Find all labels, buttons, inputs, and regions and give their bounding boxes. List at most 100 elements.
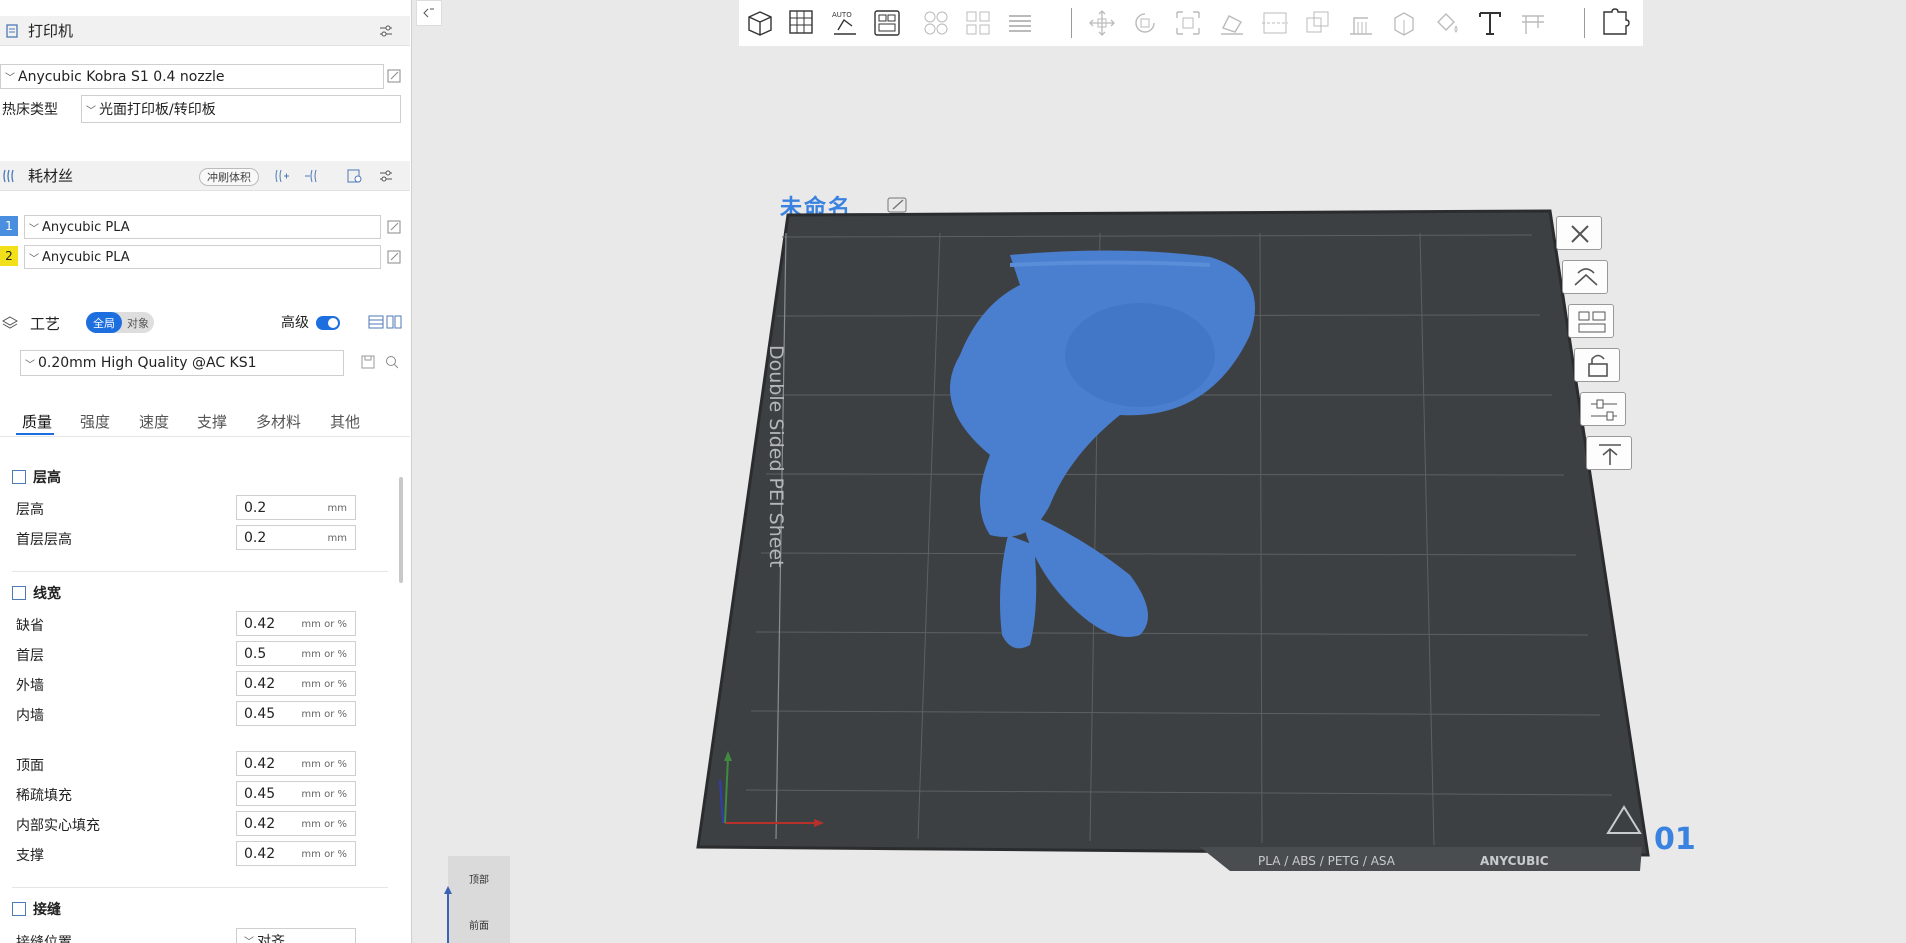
tab-multimaterial[interactable]: 多材料 — [256, 411, 301, 432]
seam-position-select[interactable]: ﹀ 对齐 — [236, 928, 356, 943]
boolean-tool-button[interactable] — [1301, 6, 1335, 40]
search-icon[interactable] — [384, 354, 400, 370]
auto-orient-button[interactable]: AUTO — [828, 6, 862, 40]
line-width-default-input[interactable]: 0.42 mm or % — [236, 611, 356, 636]
bed-side-text: Double Sided PEI Sheet — [765, 345, 787, 568]
line-width-sparse-infill-input[interactable]: 0.45 mm or % — [236, 781, 356, 806]
lay-on-face-button[interactable] — [1215, 6, 1249, 40]
text-tool-button[interactable] — [1473, 6, 1507, 40]
line-width-support-input[interactable]: 0.42 mm or % — [236, 841, 356, 866]
support-paint-button[interactable] — [1344, 6, 1378, 40]
build-plate-scene[interactable]: Double Sided PEI Sheet PLA / ABS / PETG … — [690, 205, 1660, 875]
plate-settings-button[interactable] — [1580, 392, 1626, 426]
filament-index-2[interactable]: 2 — [0, 246, 18, 266]
split-objects-button[interactable] — [919, 6, 953, 40]
sidebar: 打印机 ﹀ Anycubic Kobra S1 0.4 nozzle 热床类型 … — [0, 0, 412, 943]
advanced-toggle[interactable] — [316, 316, 340, 330]
param-value: 0.42 — [244, 815, 276, 832]
line-width-internal-solid-infill-input[interactable]: 0.42 mm or % — [236, 811, 356, 836]
printer-section-header[interactable]: 打印机 — [0, 16, 410, 46]
split-parts-button[interactable] — [961, 6, 995, 40]
filament-icon — [3, 169, 14, 183]
save-icon[interactable] — [360, 354, 376, 370]
cut-tool-button[interactable] — [1258, 6, 1292, 40]
layers-button[interactable] — [1003, 6, 1037, 40]
move-tool-button[interactable] — [1085, 6, 1119, 40]
add-cube-button[interactable] — [743, 6, 777, 40]
arrange-icon — [1578, 311, 1606, 333]
tab-strength[interactable]: 强度 — [80, 411, 110, 432]
tab-support[interactable]: 支撑 — [197, 411, 227, 432]
table-icon[interactable] — [368, 314, 384, 330]
edit-icon[interactable] — [386, 249, 402, 265]
auto-orient-plate-button[interactable] — [1562, 260, 1608, 294]
delete-plate-button[interactable] — [1556, 216, 1602, 250]
printer-select[interactable]: ﹀ Anycubic Kobra S1 0.4 nozzle — [0, 64, 384, 89]
rotate-tool-button[interactable] — [1128, 6, 1162, 40]
measure-icon — [1522, 15, 1544, 34]
process-preset-select[interactable]: ﹀ 0.20mm High Quality @AC KS1 — [20, 350, 344, 376]
plate-number[interactable]: 01 — [1654, 822, 1696, 857]
remove-filament-icon[interactable] — [304, 168, 320, 184]
line-width-outer-wall-input[interactable]: 0.42 mm or % — [236, 671, 356, 696]
add-filament-icon[interactable] — [274, 168, 290, 184]
param-label: 稀疏填充 — [16, 788, 72, 804]
scope-switch[interactable]: 全局 对象 — [86, 312, 154, 333]
param-unit: mm or % — [301, 709, 347, 720]
param-value: 0.42 — [244, 615, 276, 632]
arrange-button[interactable] — [870, 6, 904, 40]
param-label: 层高 — [16, 502, 44, 518]
color-paint-button[interactable] — [1430, 6, 1464, 40]
filament-select-2[interactable]: ﹀ Anycubic PLA — [24, 245, 381, 269]
add-plate-button[interactable] — [785, 6, 819, 40]
arrange-plate-button[interactable] — [1568, 304, 1614, 338]
group-title: 层高 — [33, 470, 61, 486]
move-plate-top-button[interactable] — [1586, 436, 1632, 470]
filament-settings-icon[interactable] — [346, 168, 362, 184]
edit-icon[interactable] — [386, 68, 402, 84]
close-icon — [1571, 225, 1589, 243]
scope-object-option[interactable]: 对象 — [124, 312, 152, 333]
assembly-view-button[interactable] — [1598, 6, 1632, 40]
first-layer-height-input[interactable]: 0.2 mm — [236, 525, 356, 550]
seam-paint-button[interactable] — [1387, 6, 1421, 40]
filament-select-1[interactable]: ﹀ Anycubic PLA — [24, 215, 381, 239]
line-width-inner-wall-input[interactable]: 0.45 mm or % — [236, 701, 356, 726]
bed-type-select[interactable]: ﹀ 光面打印板/转印板 — [81, 95, 401, 123]
filament-section-header[interactable]: 耗材丝 冲刷体积 — [0, 161, 410, 191]
line-width-top-surface-input[interactable]: 0.42 mm or % — [236, 751, 356, 776]
param-label: 首层 — [16, 648, 44, 664]
measure-tool-button[interactable] — [1516, 6, 1550, 40]
settings-sliders-icon[interactable] — [378, 23, 394, 39]
scope-global-option[interactable]: 全局 — [86, 312, 122, 333]
param-label: 接缝位置 — [16, 935, 72, 943]
tab-other[interactable]: 其他 — [330, 411, 360, 432]
advanced-label: 高级 — [281, 315, 309, 331]
filament-name: Anycubic PLA — [42, 219, 130, 235]
tab-quality[interactable]: 质量 — [22, 411, 52, 432]
param-label: 外墙 — [16, 678, 44, 694]
group-divider — [12, 571, 388, 572]
settings-scrollbar[interactable] — [399, 477, 403, 583]
layer-height-input[interactable]: 0.2 mm — [236, 495, 356, 520]
paint-bucket-icon — [1437, 13, 1458, 33]
flush-volume-button[interactable]: 冲刷体积 — [199, 168, 259, 186]
filament-title: 耗材丝 — [28, 167, 74, 185]
param-value: 0.42 — [244, 755, 276, 772]
collapse-sidebar-button[interactable] — [416, 0, 442, 26]
settings-sliders-icon[interactable] — [378, 168, 394, 184]
lock-icon — [1588, 354, 1608, 377]
param-unit: mm or % — [301, 789, 347, 800]
lock-plate-button[interactable] — [1574, 348, 1620, 382]
cube-add-icon — [748, 11, 772, 36]
auto-orient-icon: AUTO — [832, 11, 856, 35]
filament-index-1[interactable]: 1 — [0, 216, 18, 236]
scale-tool-button[interactable] — [1171, 6, 1205, 40]
tab-speed[interactable]: 速度 — [139, 411, 169, 432]
param-unit: mm — [327, 533, 347, 544]
param-unit: mm or % — [301, 759, 347, 770]
layer-height-icon — [12, 470, 26, 484]
compare-icon[interactable] — [386, 314, 402, 330]
edit-icon[interactable] — [386, 219, 402, 235]
line-width-first-layer-input[interactable]: 0.5 mm or % — [236, 641, 356, 666]
